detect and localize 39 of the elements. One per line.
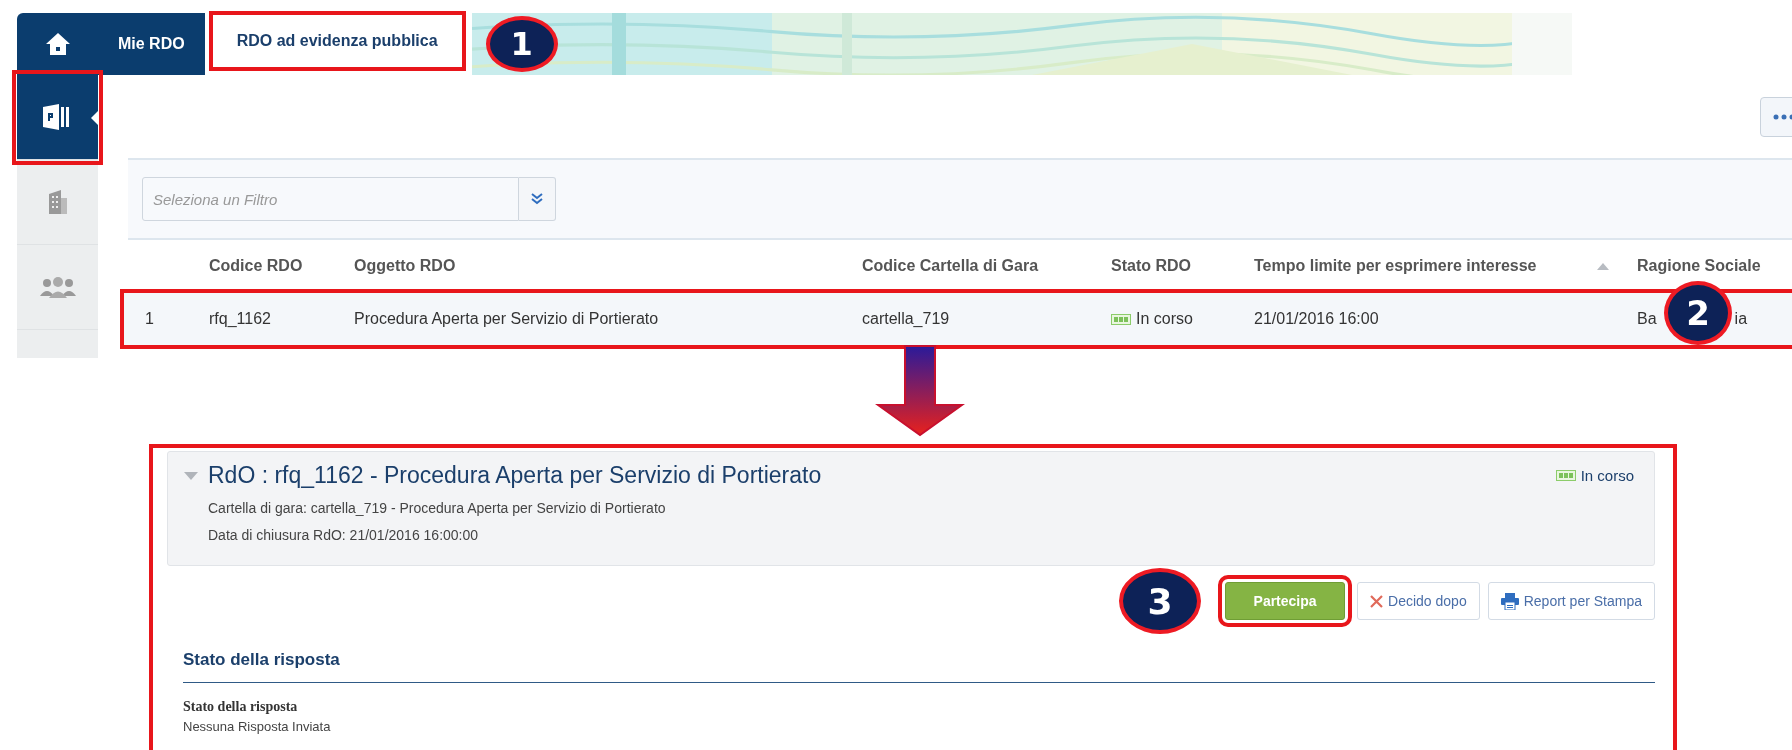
section-heading: Stato della risposta bbox=[183, 650, 1655, 683]
column-header[interactable]: Oggetto RDO bbox=[354, 257, 456, 275]
double-chevron-icon bbox=[531, 193, 543, 205]
people-icon bbox=[38, 276, 77, 298]
detail-line: Data di chiusura RdO: 21/01/2016 16:00:00 bbox=[208, 527, 480, 543]
table-cell-text: Ba bbox=[1637, 310, 1657, 328]
building-icon bbox=[46, 190, 69, 214]
status-text: In corso bbox=[1580, 467, 1634, 484]
table-cell-text: 1 bbox=[144, 310, 155, 328]
field-value: Nessuna Risposta Inviata bbox=[183, 719, 332, 734]
close-icon bbox=[1370, 594, 1384, 608]
column-header[interactable]: Tempo limite per esprimere interesse bbox=[1254, 257, 1537, 275]
tab[interactable]: RDO ad evidenza pubblica bbox=[210, 13, 464, 69]
battery-icon bbox=[1555, 470, 1576, 481]
decide-later-button[interactable]: Decido dopo bbox=[1357, 582, 1480, 620]
column-header[interactable]: Codice RDO bbox=[209, 257, 303, 275]
field-label: Stato della risposta bbox=[183, 699, 299, 715]
table-cell-text: Procedura Aperta per Servizio di Portierato bbox=[353, 310, 660, 328]
tab[interactable]: Mie RDO bbox=[98, 13, 205, 75]
home-tab[interactable] bbox=[17, 13, 98, 75]
pointer-icon bbox=[91, 111, 98, 125]
battery-icon bbox=[1111, 313, 1131, 325]
table-cell-text: 21/01/2016 16:00 bbox=[1253, 310, 1380, 328]
table-cell-text: rfq_1162 bbox=[208, 310, 272, 328]
step-marker: 3 bbox=[1119, 568, 1202, 634]
table-cell-text: cartella_719 bbox=[861, 310, 951, 328]
column-header[interactable]: Ragione Sociale bbox=[1637, 257, 1761, 275]
status-text: In corso bbox=[1136, 310, 1193, 328]
table-cell-text: ia bbox=[1734, 310, 1748, 328]
detail-title: RdO : rfq_1162 - Procedura Aperta per Servizio di Portierato bbox=[208, 462, 823, 489]
column-header[interactable]: Stato RDO bbox=[1111, 257, 1191, 275]
home-icon bbox=[44, 32, 71, 56]
dropdown-button[interactable] bbox=[519, 177, 556, 221]
printer-icon bbox=[1500, 592, 1519, 610]
more-icon bbox=[1773, 113, 1792, 120]
detail-line: Cartella di gara: cartella_719 - Procedura Aperta per Servizio di Portierato bbox=[208, 500, 667, 516]
print-report-button[interactable]: Report per Stampa bbox=[1487, 582, 1655, 620]
column-header[interactable]: Codice Cartella di Gara bbox=[862, 257, 1039, 275]
filter-field[interactable]: Seleziona un Filtro bbox=[142, 177, 519, 221]
